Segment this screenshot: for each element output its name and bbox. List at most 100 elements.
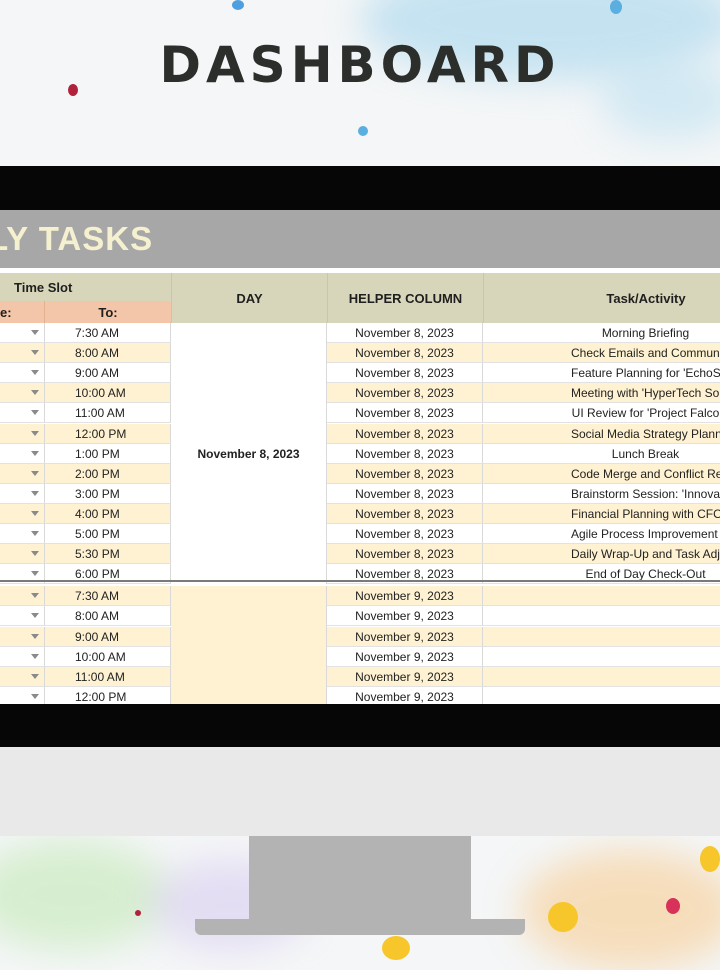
to-time-cell[interactable]: 10:00 AM: [45, 383, 171, 404]
sheet-banner-title: LY TASKS: [0, 220, 154, 257]
dropdown-arrow-icon[interactable]: [31, 693, 39, 699]
monitor-stand: [249, 836, 471, 932]
day-cell[interactable]: November 8, 2023: [171, 323, 327, 585]
from-time-cell[interactable]: [0, 503, 45, 524]
task-cell[interactable]: Morning Briefing: [483, 323, 720, 343]
task-cell[interactable]: Meeting with 'HyperTech Solut: [483, 383, 720, 404]
to-time-cell[interactable]: 9:00 AM: [45, 363, 171, 384]
to-time-cell[interactable]: 11:00 AM: [45, 403, 171, 424]
task-cell[interactable]: [483, 586, 720, 607]
task-cell[interactable]: Code Merge and Conflict Resol: [483, 463, 720, 484]
from-time-cell[interactable]: [0, 443, 45, 464]
from-time-cell[interactable]: [0, 343, 45, 364]
to-time-cell[interactable]: 3:00 PM: [45, 483, 171, 504]
from-time-cell[interactable]: [0, 363, 45, 384]
task-cell[interactable]: [483, 606, 720, 627]
task-grid: Time Slot e: To: DAY HELPER COLUMN Task/…: [0, 273, 720, 704]
to-time-cell[interactable]: 8:00 AM: [45, 343, 171, 364]
task-cell[interactable]: Daily Wrap-Up and Task Adjust: [483, 544, 720, 565]
dropdown-arrow-icon[interactable]: [31, 410, 39, 416]
to-time-cell[interactable]: 10:00 AM: [45, 646, 171, 667]
helper-cell: November 8, 2023: [327, 443, 483, 464]
from-time-cell[interactable]: [0, 646, 45, 667]
dropdown-arrow-icon[interactable]: [31, 593, 39, 599]
to-time-cell[interactable]: 5:00 PM: [45, 524, 171, 544]
dropdown-arrow-icon[interactable]: [31, 330, 39, 335]
helper-cell: November 8, 2023: [327, 463, 483, 484]
day-cell[interactable]: [171, 586, 327, 704]
to-time-cell[interactable]: 7:30 AM: [45, 586, 171, 607]
to-time-cell[interactable]: 12:00 PM: [45, 686, 171, 704]
dropdown-arrow-icon[interactable]: [31, 613, 39, 619]
task-cell[interactable]: UI Review for 'Project Falco: [483, 403, 720, 424]
to-time-cell[interactable]: 7:30 AM: [45, 323, 171, 343]
dropdown-arrow-icon[interactable]: [31, 390, 39, 396]
from-time-cell[interactable]: [0, 666, 45, 687]
to-time-cell[interactable]: 5:30 PM: [45, 544, 171, 565]
from-time-cell[interactable]: [0, 606, 45, 627]
helper-cell: November 8, 2023: [327, 423, 483, 444]
to-time-value: 12:00 PM: [75, 426, 127, 441]
to-time-cell[interactable]: 9:00 AM: [45, 626, 171, 647]
task-cell[interactable]: [483, 626, 720, 647]
dropdown-arrow-icon[interactable]: [31, 470, 39, 476]
task-cell[interactable]: Brainstorm Session: 'Innovate 205: [483, 483, 720, 504]
from-time-cell[interactable]: [0, 483, 45, 504]
task-cell[interactable]: Check Emails and Communicat: [483, 343, 720, 364]
from-time-cell[interactable]: [0, 686, 45, 704]
paint-dot: [232, 0, 244, 10]
task-cell[interactable]: [483, 686, 720, 704]
dropdown-arrow-icon[interactable]: [31, 551, 39, 557]
to-time-value: 1:00 PM: [75, 446, 120, 461]
from-time-cell[interactable]: [0, 323, 45, 343]
dropdown-arrow-icon[interactable]: [31, 531, 39, 536]
dropdown-arrow-icon[interactable]: [31, 350, 39, 356]
to-time-cell[interactable]: 2:00 PM: [45, 463, 171, 484]
to-time-cell[interactable]: 1:00 PM: [45, 443, 171, 464]
dropdown-arrow-icon[interactable]: [31, 430, 39, 436]
dropdown-arrow-icon[interactable]: [31, 571, 39, 577]
from-time-cell[interactable]: [0, 586, 45, 607]
from-time-cell[interactable]: [0, 463, 45, 484]
to-time-cell[interactable]: 8:00 AM: [45, 606, 171, 627]
task-cell[interactable]: [483, 646, 720, 667]
to-time-value: 12:00 PM: [75, 689, 127, 704]
from-time-cell[interactable]: [0, 524, 45, 544]
header-to: To:: [45, 301, 171, 323]
to-time-value: 8:00 AM: [75, 346, 120, 361]
header-day: DAY: [171, 273, 327, 323]
helper-cell: November 8, 2023: [327, 524, 483, 544]
header-helper-column: HELPER COLUMN: [327, 273, 483, 323]
task-cell[interactable]: Social Media Strategy Planni: [483, 423, 720, 444]
task-cell[interactable]: Lunch Break: [483, 443, 720, 464]
from-time-cell[interactable]: [0, 626, 45, 647]
to-time-value: 10:00 AM: [75, 649, 126, 664]
header-time-slot: Time Slot: [0, 273, 171, 301]
paint-splash: [0, 840, 170, 950]
dropdown-arrow-icon[interactable]: [31, 450, 39, 456]
dropdown-arrow-icon[interactable]: [31, 673, 39, 679]
task-cell[interactable]: Financial Planning with CFO: [483, 503, 720, 524]
task-cell[interactable]: [483, 666, 720, 687]
from-time-cell[interactable]: [0, 403, 45, 424]
dropdown-arrow-icon[interactable]: [31, 510, 39, 516]
dropdown-arrow-icon[interactable]: [31, 370, 39, 376]
monitor-chin: [0, 746, 720, 836]
from-time-cell[interactable]: [0, 383, 45, 404]
to-time-value: 7:30 AM: [75, 326, 120, 340]
dropdown-arrow-icon[interactable]: [31, 653, 39, 659]
to-time-cell[interactable]: 4:00 PM: [45, 503, 171, 524]
from-time-cell[interactable]: [0, 544, 45, 565]
to-time-cell[interactable]: 11:00 AM: [45, 666, 171, 687]
table-row: 11:00 AM November 9, 2023: [0, 666, 720, 687]
to-time-cell[interactable]: 12:00 PM: [45, 423, 171, 444]
dropdown-arrow-icon[interactable]: [31, 490, 39, 496]
table-row: 9:00 AM November 9, 2023: [0, 626, 720, 647]
helper-cell: November 8, 2023: [327, 483, 483, 504]
to-time-value: 7:30 AM: [75, 589, 120, 604]
to-time-value: 11:00 AM: [75, 669, 125, 684]
from-time-cell[interactable]: [0, 423, 45, 444]
task-cell[interactable]: Agile Process Improvement Wor: [483, 524, 720, 544]
task-cell[interactable]: Feature Planning for 'EchoStream': [483, 363, 720, 384]
dropdown-arrow-icon[interactable]: [31, 633, 39, 639]
